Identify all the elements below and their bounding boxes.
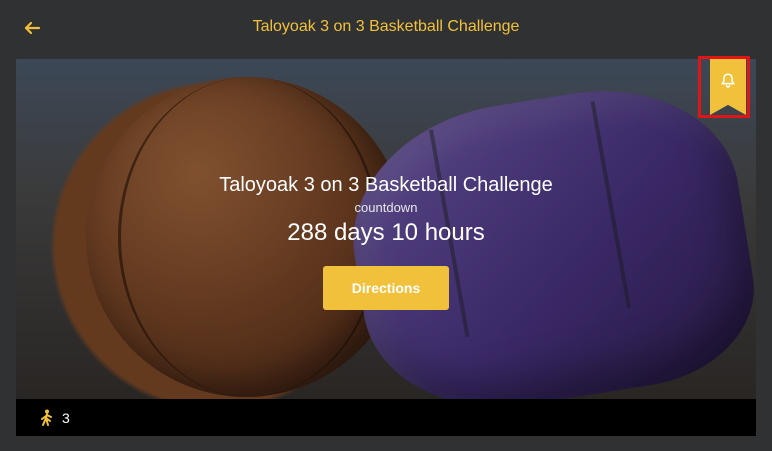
page-title: Taloyoak 3 on 3 Basketball Challenge	[252, 18, 520, 35]
hero-content: Taloyoak 3 on 3 Basketball Challenge cou…	[16, 171, 756, 250]
directions-button[interactable]: Directions	[323, 266, 449, 310]
event-title: Taloyoak 3 on 3 Basketball Challenge	[219, 174, 553, 196]
attendance-footer: 3	[16, 399, 756, 436]
attendee-count: 3	[62, 409, 70, 426]
walking-person-icon	[40, 409, 54, 427]
countdown-label: countdown	[354, 200, 418, 215]
hero-banner: Taloyoak 3 on 3 Basketball Challenge cou…	[16, 59, 756, 399]
selection-highlight	[698, 56, 750, 118]
top-bar: Taloyoak 3 on 3 Basketball Challenge	[0, 0, 772, 56]
countdown-value: 288 days 10 hours	[287, 219, 485, 246]
